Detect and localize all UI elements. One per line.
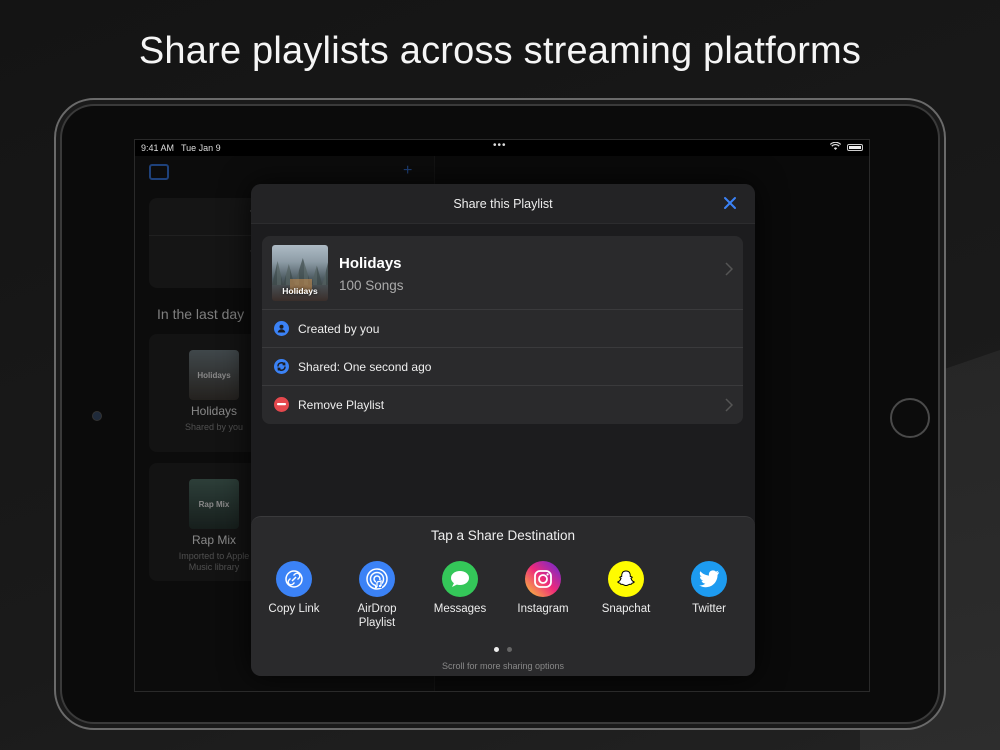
share-destination-panel: Tap a Share Destination Copy Link AirDro…: [251, 516, 755, 676]
playlist-summary-row[interactable]: Holidays Holidays 100 Songs: [262, 236, 743, 310]
twitter-label: Twitter: [692, 603, 726, 615]
page-indicator[interactable]: [251, 647, 755, 652]
playlist-song-count: 100 Songs: [339, 278, 404, 293]
sync-icon: [274, 359, 289, 374]
page-dot-active: [494, 647, 499, 652]
sidebar-toggle-icon[interactable]: [149, 164, 169, 180]
remove-playlist-label: Remove Playlist: [298, 398, 385, 412]
status-time: 9:41 AM: [141, 143, 175, 153]
messages-label: Messages: [433, 603, 487, 615]
scroll-hint: Scroll for more sharing options: [441, 661, 565, 671]
camera: [92, 411, 102, 421]
chevron-right-icon: [725, 260, 734, 281]
playlist-info-card: Holidays Holidays 100 Songs Created by y…: [262, 236, 743, 424]
created-by-row: Created by you: [262, 310, 743, 348]
snapchat-icon: [608, 561, 644, 597]
app-background: + You've share Tap "+" to sh playlist In…: [135, 156, 869, 691]
instagram-button[interactable]: Instagram: [503, 561, 583, 616]
messages-button[interactable]: Messages: [420, 561, 500, 616]
ipad-frame: 9:41 AM Tue Jan 9 ••• + You've share Tap…: [54, 98, 946, 730]
ipad-screen: 9:41 AM Tue Jan 9 ••• + You've share Tap…: [134, 139, 870, 692]
close-button[interactable]: [721, 195, 739, 213]
add-icon[interactable]: +: [403, 162, 412, 180]
link-icon: [276, 561, 312, 597]
status-bar: 9:41 AM Tue Jan 9 •••: [135, 140, 869, 156]
share-panel-title: Tap a Share Destination: [430, 528, 576, 543]
status-date: Tue Jan 9: [181, 143, 221, 153]
person-icon: [274, 321, 289, 336]
messages-icon: [442, 561, 478, 597]
share-modal: Share this Playlist Holidays Holidays 10…: [251, 184, 755, 676]
playlist-art: Holidays: [189, 350, 239, 400]
multitasking-dots[interactable]: •••: [493, 140, 507, 151]
playlist-name: Holidays: [339, 255, 402, 272]
chevron-right-icon: [725, 396, 734, 417]
page-headline: Share playlists across streaming platfor…: [138, 30, 862, 72]
page-dot: [507, 647, 512, 652]
minus-circle-icon: [274, 397, 289, 412]
shared-time-label: Shared: One second ago: [298, 360, 432, 374]
battery-icon: [847, 144, 863, 151]
cover-label: Holidays: [282, 286, 318, 296]
section-title: In the last day: [157, 306, 245, 322]
snapchat-button[interactable]: Snapchat: [586, 561, 666, 616]
instagram-label: Instagram: [517, 603, 569, 615]
shared-time-row: Shared: One second ago: [262, 348, 743, 386]
close-icon: [724, 197, 736, 209]
remove-playlist-row[interactable]: Remove Playlist: [262, 386, 743, 424]
created-by-label: Created by you: [298, 322, 380, 336]
modal-title: Share this Playlist: [453, 197, 553, 211]
airdrop-button[interactable]: AirDrop Playlist: [337, 561, 417, 630]
airdrop-label: AirDrop Playlist: [357, 603, 397, 629]
modal-header: Share this Playlist: [251, 184, 755, 224]
twitter-icon: [691, 561, 727, 597]
twitter-button[interactable]: Twitter: [669, 561, 749, 616]
home-button[interactable]: [890, 398, 930, 438]
airdrop-icon: [359, 561, 395, 597]
snapchat-label: Snapchat: [601, 603, 651, 615]
copy-link-label: Copy Link: [268, 603, 320, 615]
playlist-cover: Holidays: [272, 245, 328, 301]
playlist-art: Rap Mix: [189, 479, 239, 529]
wifi-icon: [829, 141, 842, 152]
instagram-icon: [525, 561, 561, 597]
copy-link-button[interactable]: Copy Link: [254, 561, 334, 616]
